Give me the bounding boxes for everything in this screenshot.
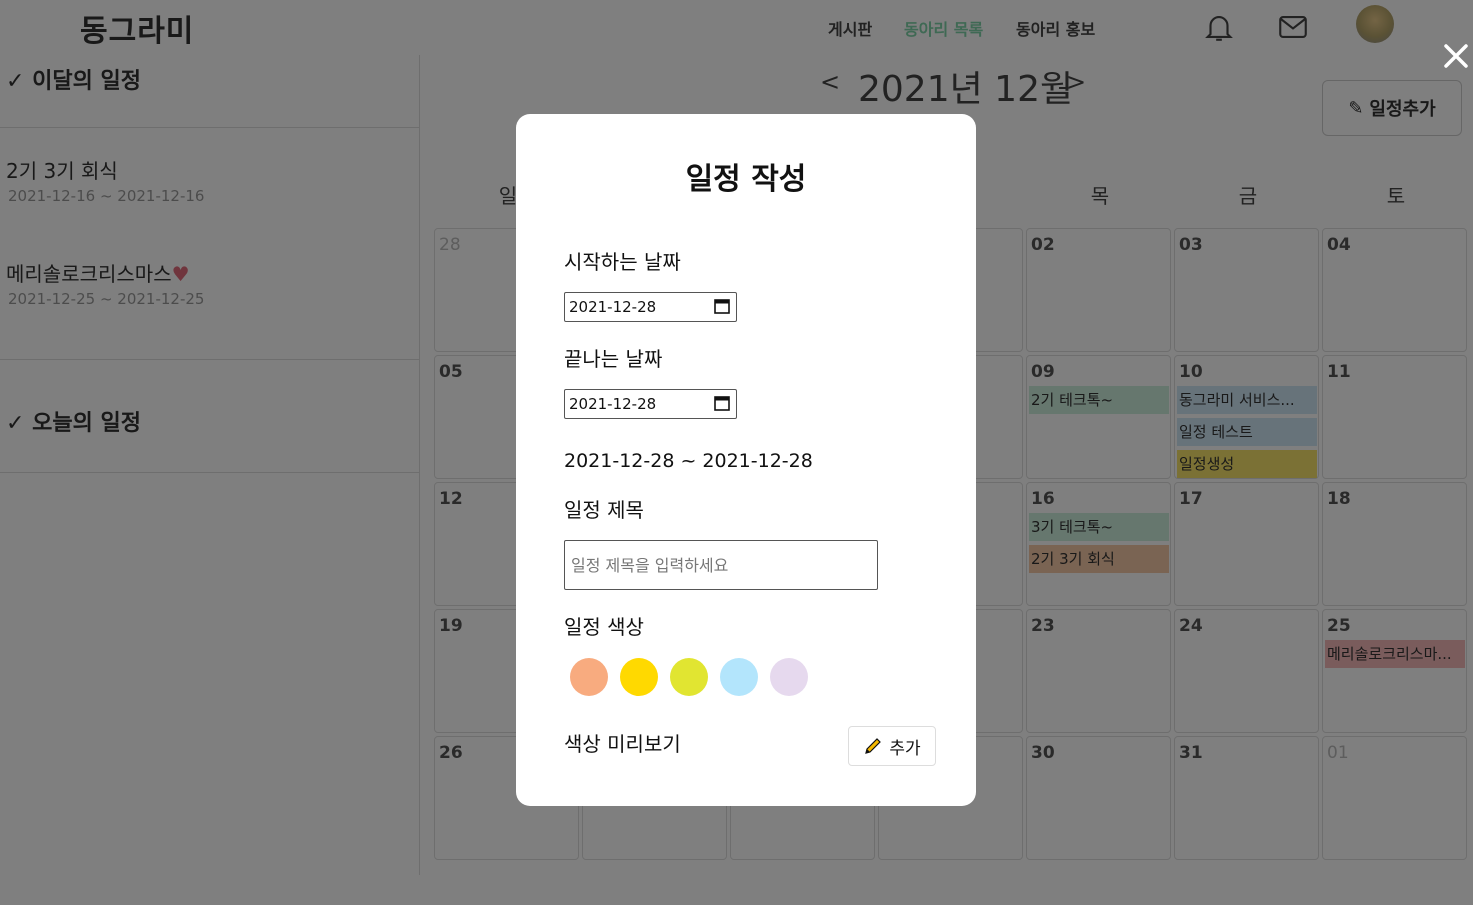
color-swatch[interactable] [670, 658, 708, 696]
end-date-value: 2021-12-28 [569, 395, 657, 413]
pencil-icon [865, 738, 882, 754]
start-date-label: 시작하는 날짜 [564, 250, 681, 274]
color-swatch[interactable] [770, 658, 808, 696]
color-label: 일정 색상 [564, 615, 644, 639]
color-swatch[interactable] [620, 658, 658, 696]
color-swatch[interactable] [570, 658, 608, 696]
schedule-title-input[interactable] [564, 540, 878, 590]
color-preview-label: 색상 미리보기 [564, 732, 681, 756]
date-range-text: 2021-12-28 ~ 2021-12-28 [564, 450, 813, 472]
start-date-value: 2021-12-28 [569, 298, 657, 316]
title-label: 일정 제목 [564, 498, 644, 522]
end-date-label: 끝나는 날짜 [564, 347, 663, 371]
add-button[interactable]: 추가 [848, 726, 936, 766]
add-button-label: 추가 [889, 738, 921, 759]
start-date-input[interactable]: 2021-12-28 [564, 292, 737, 322]
schedule-modal: 일정 작성 시작하는 날짜 2021-12-28 끝나는 날짜 2021-12-… [516, 114, 976, 806]
close-icon[interactable] [1440, 40, 1472, 72]
calendar-icon[interactable] [714, 298, 730, 314]
modal-title: 일정 작성 [685, 162, 807, 197]
calendar-icon[interactable] [714, 395, 730, 411]
color-swatch[interactable] [720, 658, 758, 696]
end-date-input[interactable]: 2021-12-28 [564, 389, 737, 419]
